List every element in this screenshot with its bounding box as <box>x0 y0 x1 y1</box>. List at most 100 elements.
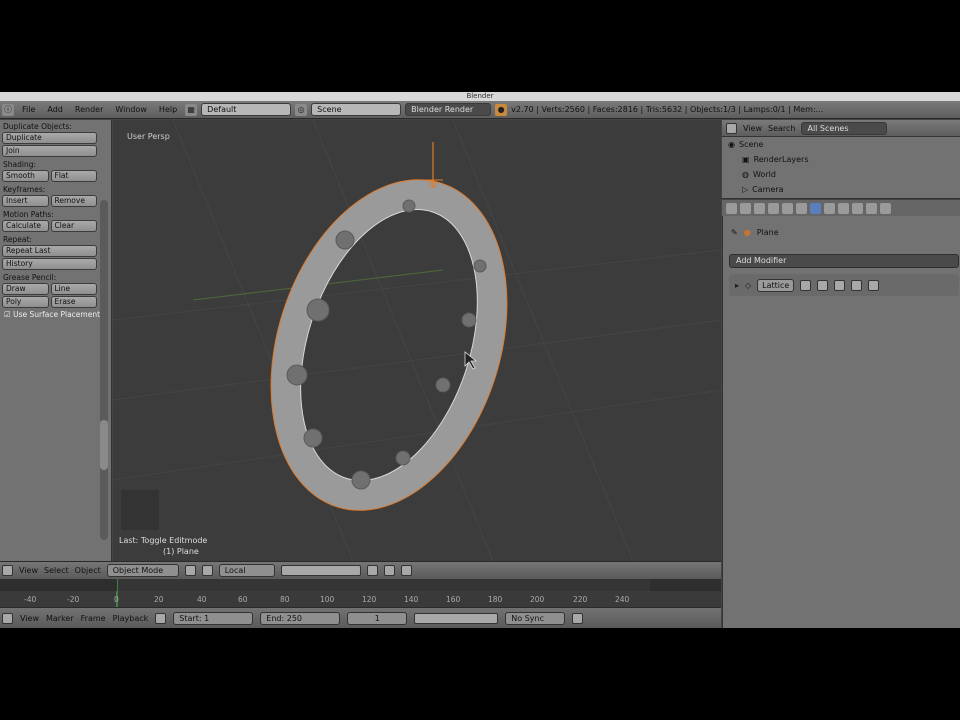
outliner-row-camera[interactable]: ▷ Camera <box>722 182 960 197</box>
orientation-select[interactable]: Local <box>218 564 275 577</box>
menu-file[interactable]: File <box>18 105 39 114</box>
duplicate-heading: Duplicate Objects: <box>3 122 72 131</box>
layers-tab-icon[interactable] <box>740 202 751 214</box>
end-frame-field[interactable]: End: 250 <box>260 611 341 625</box>
render-preview-icon[interactable] <box>400 565 412 576</box>
blender-logo-icon: ● <box>495 103 508 116</box>
history-button[interactable]: History <box>2 258 97 270</box>
repeat-last-button[interactable]: Repeat Last <box>2 245 97 257</box>
layer-buttons-icon[interactable] <box>280 565 361 576</box>
modifier-name-field[interactable]: Lattice <box>757 278 795 292</box>
mode-select[interactable]: Object Mode <box>106 564 179 577</box>
outliner-row-scene[interactable]: ◉ Scene <box>722 137 960 152</box>
modifier-render-icon[interactable] <box>800 279 812 291</box>
outliner-row-renderlayers[interactable]: ▣ RenderLayers <box>722 152 960 167</box>
properties-object-row: ✎ ● Plane <box>731 228 779 237</box>
poly-button[interactable]: Poly <box>2 296 49 308</box>
grease-row-1: Draw Line <box>2 283 97 295</box>
modifier-viewport-icon[interactable] <box>817 279 829 291</box>
particles-tab-icon[interactable] <box>866 202 877 214</box>
layout-icon[interactable]: ▦ <box>185 103 198 116</box>
physics-tab-icon[interactable] <box>880 202 891 214</box>
tick-label: 220 <box>573 595 588 604</box>
viewport-canvas[interactable] <box>113 120 721 561</box>
proportional-edit-icon[interactable] <box>383 565 395 576</box>
pivot-icon[interactable] <box>201 565 213 576</box>
add-modifier-button[interactable]: Add Modifier <box>729 254 959 268</box>
menu-add[interactable]: Add <box>43 105 67 114</box>
calculate-button[interactable]: Calculate <box>2 220 49 232</box>
sync-select[interactable]: No Sync <box>505 611 566 625</box>
duplicate-button[interactable]: Duplicate <box>2 132 97 144</box>
repeat-heading: Repeat: <box>3 235 32 244</box>
timeline-marker-menu[interactable]: Marker <box>46 614 74 623</box>
timeline[interactable]: -40 -20 0 20 40 60 80 100 120 140 160 18… <box>0 579 721 607</box>
snap-icon[interactable] <box>366 565 378 576</box>
scene-field[interactable]: Scene <box>311 103 402 116</box>
data-tab-icon[interactable] <box>824 202 835 214</box>
info-header: ⓘ File Add Render Window Help ▦ Default … <box>0 101 960 119</box>
renderlayers-icon: ▣ <box>742 155 750 164</box>
menu-window[interactable]: Window <box>111 105 151 114</box>
modifiers-tab-icon[interactable] <box>810 202 821 214</box>
constraints-tab-icon[interactable] <box>796 202 807 214</box>
line-button[interactable]: Line <box>50 283 97 295</box>
3d-viewport[interactable]: User Persp Last: Toggle Editmode (1) Pla… <box>113 120 721 561</box>
outliner-search-menu[interactable]: Search <box>768 124 795 133</box>
surface-placement-checkbox[interactable]: ☑ Use Surface Placement <box>0 309 111 321</box>
keying-icon[interactable] <box>572 612 584 624</box>
material-tab-icon[interactable] <box>838 202 849 214</box>
start-frame-field[interactable]: Start: 1 <box>173 611 254 625</box>
menu-render[interactable]: Render <box>71 105 107 114</box>
editor-type-icon[interactable] <box>2 565 13 576</box>
select-menu[interactable]: Select <box>44 566 69 575</box>
remove-keyframe-button[interactable]: Remove <box>50 195 97 207</box>
outliner-row-world[interactable]: ◍ World <box>722 167 960 182</box>
playback-controls[interactable] <box>414 612 499 624</box>
tick-label: 40 <box>197 595 207 604</box>
timeline-playback-menu[interactable]: Playback <box>113 614 149 623</box>
outliner-view-menu[interactable]: View <box>743 124 762 133</box>
toolshelf-scroll-thumb[interactable] <box>100 420 108 470</box>
timeline-editor-icon[interactable] <box>2 612 13 624</box>
flat-button[interactable]: Flat <box>50 170 97 182</box>
insert-keyframe-button[interactable]: Insert <box>2 195 49 207</box>
modifier-editmode-icon[interactable] <box>834 279 846 291</box>
tick-label: -20 <box>67 595 80 604</box>
render-engine-select[interactable]: Blender Render <box>405 103 492 116</box>
modifier-close-icon[interactable] <box>868 279 880 291</box>
outliner-header: View Search All Scenes <box>722 120 960 137</box>
tick-label: 120 <box>362 595 377 604</box>
render-tab-icon[interactable] <box>726 202 737 214</box>
outliner-editor-icon[interactable] <box>726 122 737 134</box>
clear-button[interactable]: Clear <box>50 220 97 232</box>
ring-mesh[interactable] <box>231 149 547 541</box>
texture-tab-icon[interactable] <box>852 202 863 214</box>
info-editor-icon[interactable]: ⓘ <box>2 103 14 116</box>
record-icon[interactable] <box>155 612 167 624</box>
view-navigation-icon[interactable] <box>121 490 159 530</box>
tick-label: 200 <box>530 595 545 604</box>
scene-tab-icon[interactable] <box>754 202 765 214</box>
draw-button[interactable]: Draw <box>2 283 49 295</box>
menu-help[interactable]: Help <box>155 105 181 114</box>
timeline-frame-menu[interactable]: Frame <box>81 614 106 623</box>
timeline-view-menu[interactable]: View <box>20 614 39 623</box>
current-frame-field[interactable]: 1 <box>347 611 408 625</box>
toolshelf-scrollbar[interactable] <box>100 200 108 540</box>
view-menu[interactable]: View <box>19 566 38 575</box>
scene-icon[interactable]: ◎ <box>295 103 308 116</box>
erase-button[interactable]: Erase <box>50 296 97 308</box>
join-button[interactable]: Join <box>2 145 97 157</box>
world-tab-icon[interactable] <box>768 202 779 214</box>
modifier-up-icon[interactable] <box>851 279 863 291</box>
outliner-display-select[interactable]: All Scenes <box>801 121 888 135</box>
layout-field[interactable]: Default <box>201 103 292 116</box>
expand-arrow-icon[interactable]: ▸ <box>735 281 739 290</box>
object-tab-icon[interactable] <box>782 202 793 214</box>
viewport-shading-icon[interactable] <box>184 565 196 576</box>
smooth-button[interactable]: Smooth <box>2 170 49 182</box>
object-menu[interactable]: Object <box>75 566 101 575</box>
outliner-label: Scene <box>738 140 764 149</box>
keyframes-heading: Keyframes: <box>3 185 46 194</box>
